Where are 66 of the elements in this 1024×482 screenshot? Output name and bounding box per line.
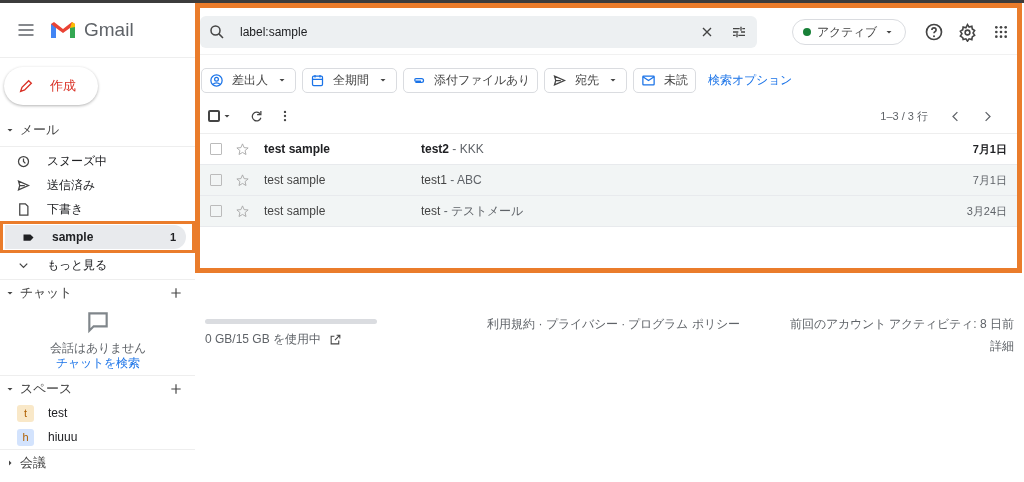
calendar-icon bbox=[310, 72, 325, 88]
row-checkbox[interactable] bbox=[210, 143, 222, 155]
email-row[interactable]: test sample test1 - ABC 7月1日 bbox=[200, 165, 1017, 196]
sidebar-item[interactable]: sample 1 bbox=[5, 225, 186, 249]
send-icon bbox=[552, 72, 567, 88]
document-icon bbox=[16, 201, 31, 217]
row-checkbox[interactable] bbox=[210, 174, 222, 186]
email-date: 3月24日 bbox=[966, 203, 1007, 219]
gmail-logo-icon bbox=[50, 20, 76, 40]
person-icon bbox=[209, 72, 224, 88]
space-item[interactable]: t test bbox=[0, 401, 195, 425]
email-sender: test sample bbox=[264, 203, 327, 220]
row-checkbox[interactable] bbox=[210, 205, 222, 217]
external-link-icon[interactable] bbox=[329, 332, 343, 346]
star-icon[interactable] bbox=[235, 172, 250, 188]
pencil-icon bbox=[18, 78, 34, 94]
search-field[interactable]: label:sample bbox=[200, 16, 757, 48]
space-avatar: t bbox=[17, 404, 34, 422]
sidebar-item[interactable]: 送信済み bbox=[0, 173, 189, 197]
email-subject-snippet: test1 - ABC bbox=[421, 172, 483, 189]
email-subject-snippet: test2 - KKK bbox=[421, 141, 485, 158]
envelope-icon bbox=[641, 72, 656, 88]
details-link[interactable]: 詳細 bbox=[990, 337, 1014, 355]
filter-settings-icon[interactable] bbox=[731, 24, 747, 40]
advanced-search-link[interactable]: 検索オプション bbox=[708, 71, 792, 89]
search-input[interactable]: label:sample bbox=[240, 23, 699, 41]
pagination-text: 1–3 / 3 行 bbox=[880, 108, 928, 124]
email-row[interactable]: test sample test - テストメール 3月24日 bbox=[200, 196, 1017, 227]
search-icon[interactable] bbox=[208, 23, 226, 41]
filter-chip[interactable]: 宛先 bbox=[544, 67, 627, 93]
space-item[interactable]: h hiuuu bbox=[0, 425, 195, 449]
sidebar-item[interactable]: 下書き bbox=[0, 197, 189, 221]
space-avatar: h bbox=[17, 428, 34, 446]
settings-icon[interactable] bbox=[958, 22, 977, 42]
star-icon[interactable] bbox=[235, 141, 250, 157]
storage-text: 0 GB/15 GB を使用中 bbox=[205, 331, 322, 348]
app-name: Gmail bbox=[84, 17, 134, 42]
sidebar-item[interactable]: もっと見る bbox=[0, 253, 189, 277]
sidebar-item[interactable]: スヌーズ中 bbox=[0, 149, 189, 173]
select-checkbox[interactable] bbox=[208, 110, 220, 122]
filter-chip[interactable]: 差出人 bbox=[201, 67, 296, 93]
refresh-icon[interactable] bbox=[249, 108, 264, 124]
plus-icon[interactable] bbox=[169, 285, 183, 300]
help-icon[interactable] bbox=[924, 22, 944, 42]
account-activity-text: 前回のアカウント アクティビティ: 8 日前 bbox=[790, 316, 1014, 333]
chat-search-link[interactable]: チャットを検索 bbox=[55, 356, 140, 371]
email-sender: test sample bbox=[264, 172, 327, 189]
filter-chip[interactable]: 添付ファイルあり bbox=[403, 67, 538, 93]
filter-chip[interactable]: 未読 bbox=[633, 67, 696, 93]
email-subject-snippet: test - テストメール bbox=[421, 203, 524, 220]
apps-grid-icon[interactable] bbox=[993, 24, 1009, 40]
footer-links[interactable]: 利用規約 · プライバシー · プログラム ポリシー bbox=[487, 315, 740, 355]
plus-icon[interactable] bbox=[169, 381, 183, 396]
send-icon bbox=[16, 177, 31, 193]
section-header[interactable]: スペース bbox=[20, 378, 72, 399]
email-sender: test sample bbox=[264, 141, 332, 158]
compose-button[interactable]: 作成 bbox=[4, 67, 98, 105]
star-icon[interactable] bbox=[235, 203, 250, 219]
section-header[interactable]: メール bbox=[20, 119, 59, 140]
clock-icon bbox=[16, 153, 31, 169]
section-header[interactable]: チャット bbox=[20, 282, 72, 303]
email-date: 7月1日 bbox=[972, 141, 1007, 157]
empty-message: 会話はありません bbox=[49, 341, 146, 356]
section-header[interactable]: 会議 bbox=[20, 452, 46, 473]
email-date: 7月1日 bbox=[972, 172, 1007, 188]
filter-chip[interactable]: 全期間 bbox=[302, 67, 397, 93]
